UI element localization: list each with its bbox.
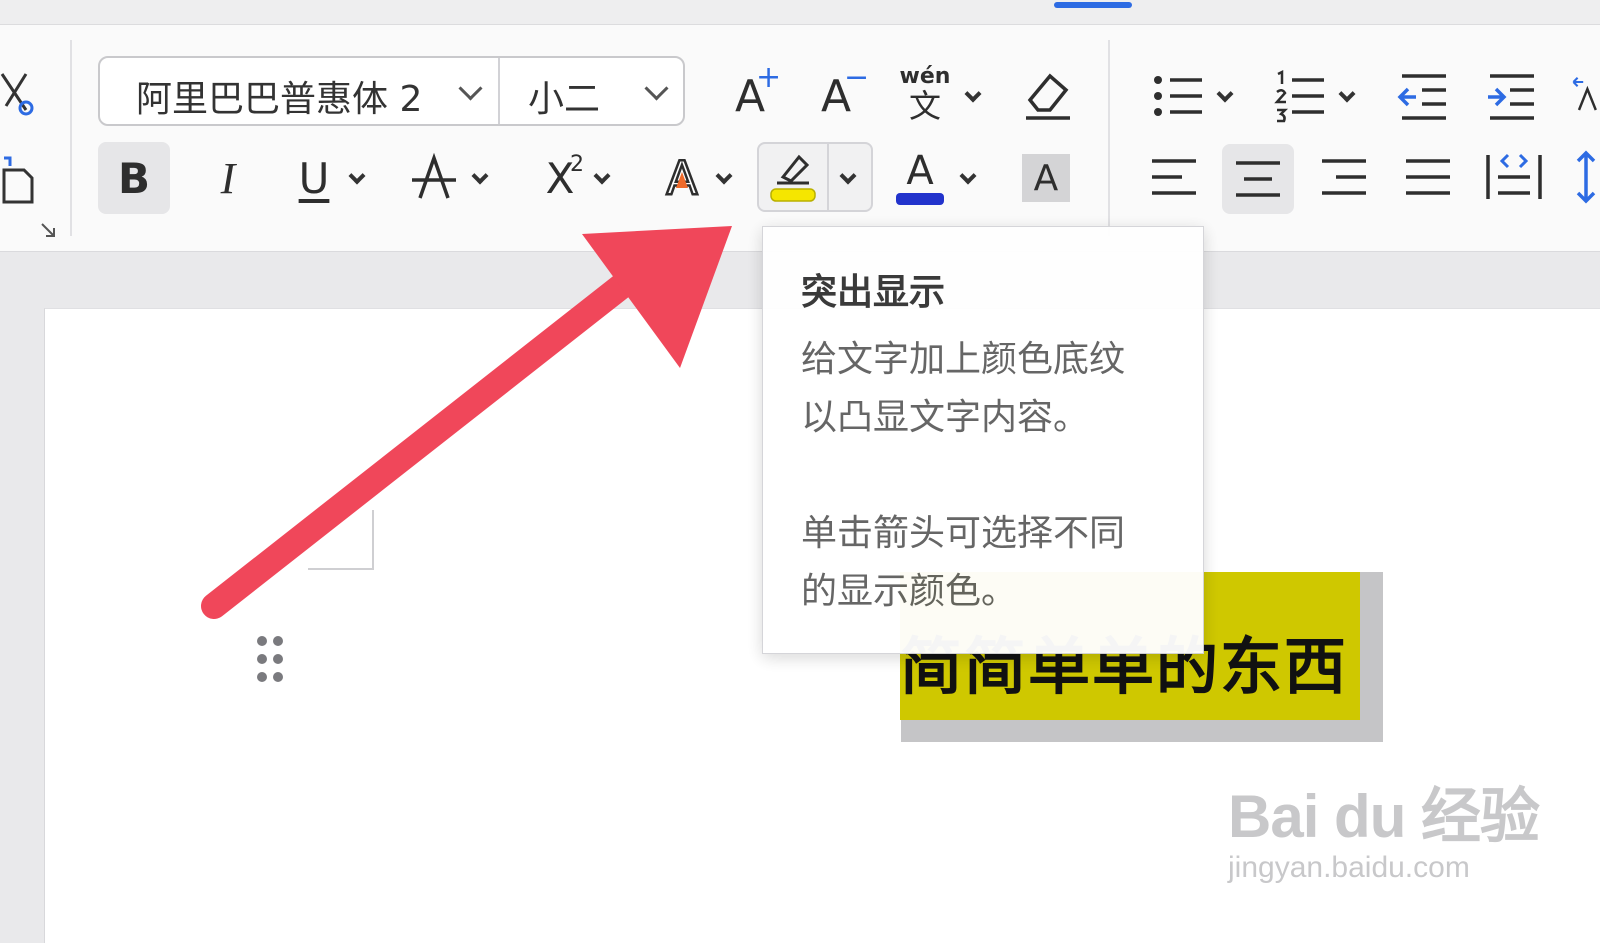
watermark-url: jingyan.baidu.com [1228,851,1470,884]
watermark: Bai du 经验 jingyan.baidu.com [1228,768,1540,885]
watermark-logo: Bai du 经验 [1228,783,1540,850]
